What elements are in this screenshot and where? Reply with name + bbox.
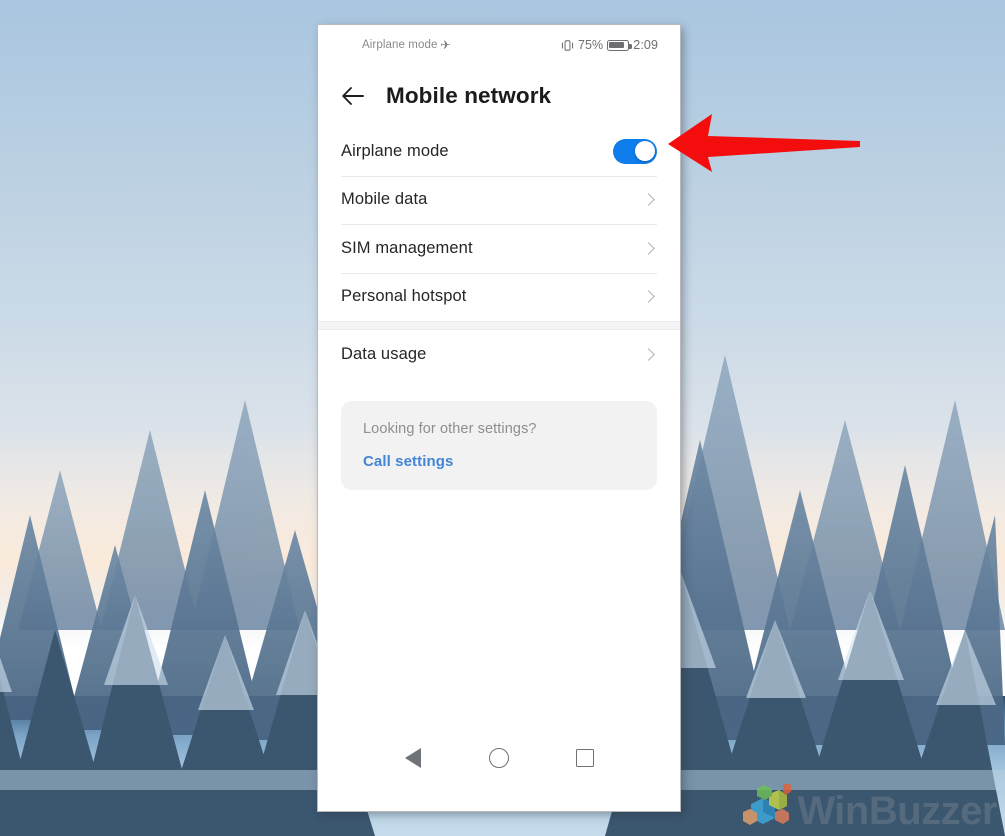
- home-circle-icon: [489, 748, 509, 768]
- winbuzzer-logo-icon: [739, 782, 792, 830]
- setting-row-sim-management[interactable]: SIM management: [341, 224, 657, 273]
- status-bar-clock: 2:09: [633, 38, 658, 52]
- setting-label: Personal hotspot: [341, 287, 467, 306]
- chevron-right-icon: [642, 241, 655, 255]
- battery-percent-label: 75%: [577, 38, 604, 52]
- red-arrow-annotation: [668, 112, 860, 174]
- vibrate-icon: [561, 39, 574, 52]
- app-bar: Mobile network: [318, 65, 680, 127]
- setting-row-personal-hotspot[interactable]: Personal hotspot: [341, 272, 657, 322]
- airplane-mode-toggle[interactable]: [613, 138, 657, 164]
- nav-recents-button[interactable]: [563, 736, 607, 780]
- airplane-mode-status-label: Airplane mode: [362, 39, 438, 51]
- call-settings-link[interactable]: Call settings: [363, 453, 635, 470]
- chevron-right-icon: [642, 347, 655, 361]
- page-title: Mobile network: [386, 83, 552, 108]
- setting-label: Airplane mode: [341, 141, 449, 160]
- info-card-wrapper: Looking for other settings? Call setting…: [318, 379, 680, 490]
- setting-label: SIM management: [341, 238, 473, 257]
- setting-row-airplane-mode[interactable]: Airplane mode: [341, 127, 657, 176]
- setting-row-mobile-data[interactable]: Mobile data: [341, 175, 657, 225]
- recents-square-icon: [576, 749, 594, 767]
- status-bar: Airplane mode ✈ 75% 2:09: [318, 25, 680, 65]
- setting-label: Data usage: [341, 344, 427, 363]
- other-settings-card: Looking for other settings? Call setting…: [341, 400, 657, 490]
- back-arrow-icon[interactable]: [340, 83, 366, 109]
- airplane-icon: ✈: [440, 38, 451, 52]
- phone-screen: Airplane mode ✈ 75% 2:09 Mobile network …: [318, 25, 680, 811]
- back-triangle-icon: [390, 748, 421, 782]
- system-navigation-bar: [318, 731, 680, 785]
- chevron-right-icon: [642, 290, 655, 304]
- status-bar-left: Airplane mode ✈: [362, 39, 451, 51]
- battery-icon: [607, 39, 632, 51]
- setting-label: Mobile data: [341, 190, 428, 209]
- section-divider: [318, 321, 680, 330]
- screenshot-root: Airplane mode ✈ 75% 2:09 Mobile network …: [0, 0, 1005, 836]
- settings-group-primary: Airplane mode Mobile data SIM management: [318, 127, 680, 321]
- other-settings-title: Looking for other settings?: [363, 420, 537, 437]
- nav-home-button[interactable]: [477, 736, 521, 780]
- nav-back-button[interactable]: [390, 736, 435, 782]
- settings-group-secondary: Data usage: [318, 330, 680, 379]
- watermark-text: WinBuzzer: [797, 789, 997, 833]
- winbuzzer-watermark: WinBuzzer: [739, 782, 997, 833]
- chevron-right-icon: [642, 193, 655, 207]
- toggle-knob: [634, 141, 655, 162]
- status-bar-right: 75% 2:09: [561, 38, 658, 52]
- setting-row-data-usage[interactable]: Data usage: [341, 330, 657, 379]
